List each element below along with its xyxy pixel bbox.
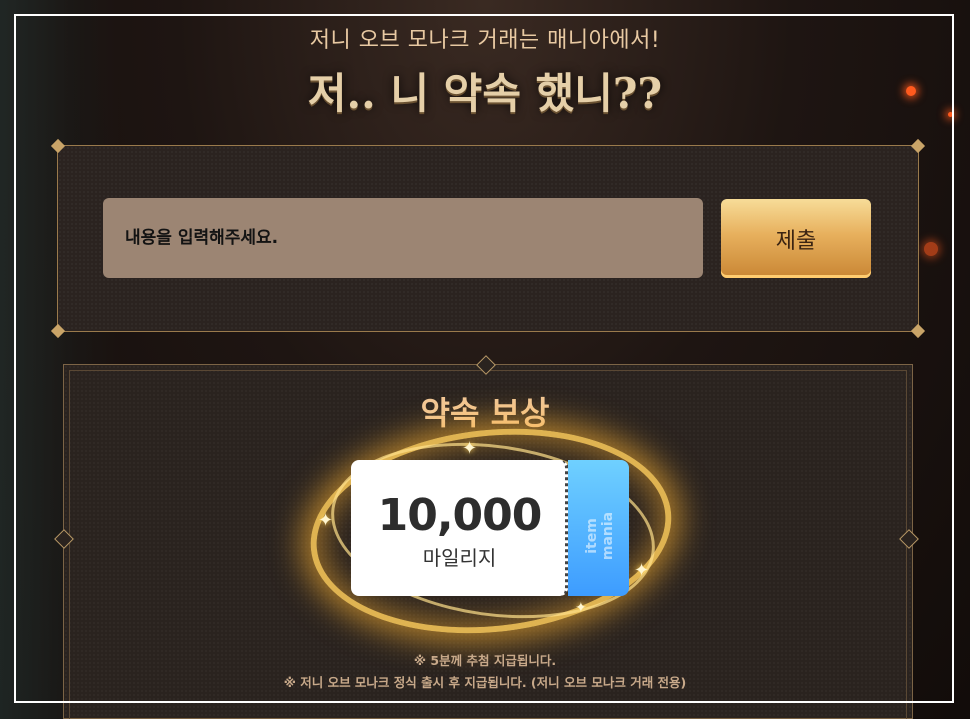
corner-ornament (910, 138, 926, 154)
sparkle-icon: ✦ (575, 600, 587, 616)
coupon-unit: 마일리지 (422, 546, 497, 570)
reward-note: ※ 5분께 추첨 지급됩니다. (413, 653, 557, 668)
reward-note: ※ 저니 오브 모나크 정식 출시 후 지급됩니다. (저니 오브 모나크 거래… (283, 675, 687, 690)
corner-ornament (910, 323, 926, 339)
coupon-amount: 10,000 (377, 490, 543, 541)
page-subtitle: 저니 오브 모나크 거래는 매니아에서! (309, 28, 661, 53)
sparkle-icon: ✦ (634, 560, 650, 581)
promise-text-input[interactable] (103, 198, 703, 278)
submit-button[interactable]: 제출 (721, 199, 871, 278)
ember-particle (924, 242, 938, 256)
page-title: 저.. 니 약속 했니?? (307, 69, 663, 118)
coupon-stub-logo: item mania (584, 511, 616, 561)
reward-title: 약속 보상 (420, 394, 550, 432)
sparkle-icon: ✦ (462, 438, 478, 459)
sparkle-icon: ✦ (318, 510, 334, 531)
